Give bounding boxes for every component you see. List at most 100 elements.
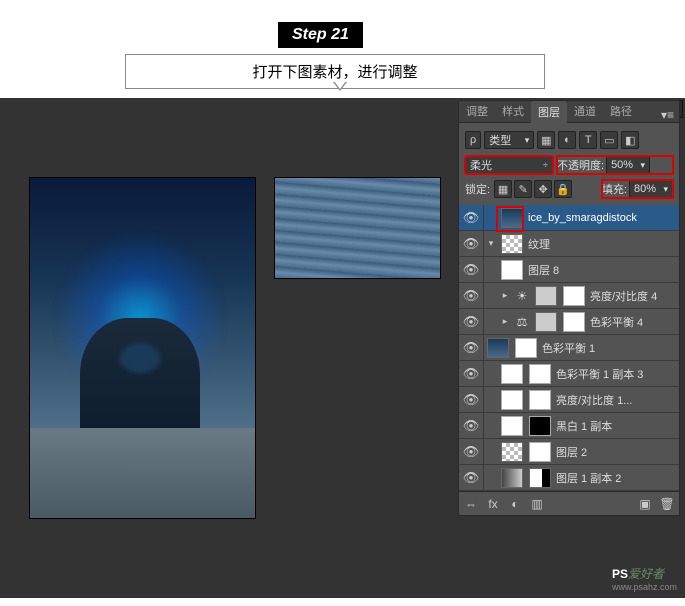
right-panel-stack: 调整 样式 图层 通道 路径 ▾≡ ρ 类型▾ ▦ ◐ T ▭ ◧ bbox=[458, 100, 680, 518]
visibility-eye-icon[interactable]: 👁 bbox=[459, 340, 483, 356]
layer-mask-thumbnail[interactable] bbox=[529, 442, 551, 462]
canvas-document-texture[interactable] bbox=[275, 178, 440, 278]
filter-type-dropdown[interactable]: 类型▾ bbox=[484, 131, 534, 149]
layer-name-label[interactable]: 图层 2 bbox=[554, 444, 679, 460]
new-layer-icon[interactable]: ▣ bbox=[637, 496, 653, 512]
layer-mask-thumbnail[interactable] bbox=[563, 286, 585, 306]
watermark-logo: PS bbox=[612, 567, 628, 581]
layer-thumbnail[interactable] bbox=[487, 338, 509, 358]
layer-mask-thumbnail[interactable] bbox=[529, 416, 551, 436]
trash-icon[interactable]: 🗑 bbox=[659, 496, 675, 512]
group-fold-icon[interactable]: ▾ bbox=[484, 238, 498, 249]
adjustment-icon[interactable]: ▥ bbox=[529, 496, 545, 512]
filter-pixel-icon[interactable]: ▦ bbox=[537, 131, 555, 149]
layers-bottom-bar: ⇔ fx ◐ ▥ ▣ 🗑 bbox=[459, 491, 679, 515]
visibility-eye-icon[interactable]: 👁 bbox=[459, 470, 483, 486]
layer-row[interactable]: 👁▾ 纹理 bbox=[459, 231, 679, 257]
tab-adjustments[interactable]: 调整 bbox=[459, 100, 495, 122]
opacity-input[interactable]: 50% ▾ bbox=[606, 156, 650, 174]
opacity-value: 50% bbox=[611, 159, 633, 171]
panel-menu-icon[interactable]: ▾≡ bbox=[656, 108, 679, 122]
layer-thumbnail[interactable] bbox=[501, 260, 523, 280]
canvas-document-main[interactable] bbox=[30, 178, 255, 518]
lock-icons-group: ▦ ✎ ✥ 🔒 bbox=[494, 180, 572, 198]
fill-input[interactable]: 80% ▾ bbox=[629, 180, 673, 198]
lock-fill-row: 锁定: ▦ ✎ ✥ 🔒 填充: 80% ▾ bbox=[465, 177, 673, 201]
mask-icon[interactable]: ◐ bbox=[507, 496, 523, 512]
lock-pixels-icon[interactable]: ✎ bbox=[514, 180, 532, 198]
layer-name-label[interactable]: 图层 8 bbox=[526, 262, 679, 278]
layer-thumbnail[interactable] bbox=[501, 416, 523, 436]
tab-layers[interactable]: 图层 bbox=[531, 101, 567, 123]
filter-kind-icon[interactable]: ρ bbox=[465, 131, 481, 149]
layer-mask-thumbnail[interactable] bbox=[515, 338, 537, 358]
lock-all-icon[interactable]: 🔒 bbox=[554, 180, 572, 198]
filter-text-icon[interactable]: T bbox=[579, 131, 597, 149]
lock-label: 锁定: bbox=[465, 181, 490, 197]
fx-icon[interactable]: fx bbox=[485, 496, 501, 512]
layer-mask-thumbnail[interactable] bbox=[529, 468, 551, 488]
visibility-eye-icon[interactable]: 👁 bbox=[459, 418, 483, 434]
visibility-eye-icon[interactable]: 👁 bbox=[459, 314, 483, 330]
chevron-down-icon: ▾ bbox=[663, 184, 668, 195]
adjustment-icon: ⚖ bbox=[512, 315, 532, 329]
layer-name-label[interactable]: 色彩平衡 1 bbox=[540, 340, 679, 356]
layer-name-label[interactable]: 亮度/对比度 1... bbox=[554, 392, 679, 408]
lock-position-icon[interactable]: ✥ bbox=[534, 180, 552, 198]
layer-row[interactable]: 👁 色彩平衡 1 副本 3 bbox=[459, 361, 679, 387]
layer-thumbnail[interactable] bbox=[535, 286, 557, 306]
layer-row[interactable]: 👁 图层 2 bbox=[459, 439, 679, 465]
layer-name-label[interactable]: 色彩平衡 4 bbox=[588, 314, 679, 330]
fill-label: 填充: bbox=[602, 181, 627, 197]
layer-name-label[interactable]: 图层 1 副本 2 bbox=[554, 470, 679, 486]
layer-row[interactable]: 👁 图层 1 副本 2 bbox=[459, 465, 679, 491]
visibility-eye-icon[interactable]: 👁 bbox=[459, 444, 483, 460]
layer-mask-thumbnail[interactable] bbox=[529, 364, 551, 384]
blend-mode-dropdown[interactable]: 柔光÷ bbox=[465, 156, 553, 174]
visibility-eye-icon[interactable]: 👁 bbox=[459, 236, 483, 252]
layer-row[interactable]: 👁 色彩平衡 1 bbox=[459, 335, 679, 361]
visibility-eye-icon[interactable]: 👁 bbox=[459, 262, 483, 278]
lock-transparency-icon[interactable]: ▦ bbox=[494, 180, 512, 198]
layer-name-label[interactable]: ice_by_smaragdistock bbox=[526, 212, 679, 224]
watermark: PS爱好者 www.psahz.com bbox=[612, 565, 677, 592]
layer-thumbnail[interactable] bbox=[501, 364, 523, 384]
filter-shape-icon[interactable]: ▭ bbox=[600, 131, 618, 149]
canvas-area bbox=[0, 98, 460, 598]
opacity-label: 不透明度: bbox=[557, 157, 604, 173]
layers-panel: 调整 样式 图层 通道 路径 ▾≡ ρ 类型▾ ▦ ◐ T ▭ ◧ bbox=[458, 100, 680, 516]
layer-row[interactable]: 👁 图层 8 bbox=[459, 257, 679, 283]
tab-styles[interactable]: 样式 bbox=[495, 100, 531, 122]
layer-thumbnail[interactable] bbox=[535, 312, 557, 332]
layer-row[interactable]: 👁▸⚖色彩平衡 4 bbox=[459, 309, 679, 335]
layer-name-label[interactable]: 黑白 1 副本 bbox=[554, 418, 679, 434]
layer-row[interactable]: 👁▸☀亮度/对比度 4 bbox=[459, 283, 679, 309]
step-badge: Step 21 bbox=[278, 22, 363, 48]
visibility-eye-icon[interactable]: 👁 bbox=[459, 392, 483, 408]
layer-row[interactable]: 👁 亮度/对比度 1... bbox=[459, 387, 679, 413]
visibility-eye-icon[interactable]: 👁 bbox=[459, 210, 483, 226]
visibility-eye-icon[interactable]: 👁 bbox=[459, 366, 483, 382]
layer-name-label[interactable]: 色彩平衡 1 副本 3 bbox=[554, 366, 679, 382]
link-layers-icon[interactable]: ⇔ bbox=[463, 496, 479, 512]
layer-name-label[interactable]: 纹理 bbox=[526, 236, 679, 252]
tab-paths[interactable]: 路径 bbox=[603, 100, 639, 122]
chevron-down-icon: ▾ bbox=[641, 160, 646, 171]
fill-value: 80% bbox=[634, 183, 656, 195]
layer-mask-thumbnail[interactable] bbox=[563, 312, 585, 332]
photoshop-window: ▶ 调整 样式 图层 通道 路径 ▾≡ ρ 类型▾ bbox=[0, 98, 685, 598]
layer-mask-thumbnail[interactable] bbox=[529, 390, 551, 410]
layer-thumbnail[interactable] bbox=[501, 208, 523, 228]
layer-row[interactable]: 👁 ice_by_smaragdistock bbox=[459, 205, 679, 231]
layer-row[interactable]: 👁 黑白 1 副本 bbox=[459, 413, 679, 439]
layer-thumbnail[interactable] bbox=[501, 442, 523, 462]
tab-channels[interactable]: 通道 bbox=[567, 100, 603, 122]
filter-adjust-icon[interactable]: ◐ bbox=[558, 131, 576, 149]
visibility-eye-icon[interactable]: 👁 bbox=[459, 288, 483, 304]
layer-thumbnail[interactable] bbox=[501, 234, 523, 254]
layer-name-label[interactable]: 亮度/对比度 4 bbox=[588, 288, 679, 304]
rocks-ground bbox=[30, 428, 255, 518]
filter-smart-icon[interactable]: ◧ bbox=[621, 131, 639, 149]
layer-thumbnail[interactable] bbox=[501, 468, 523, 488]
layer-thumbnail[interactable] bbox=[501, 390, 523, 410]
